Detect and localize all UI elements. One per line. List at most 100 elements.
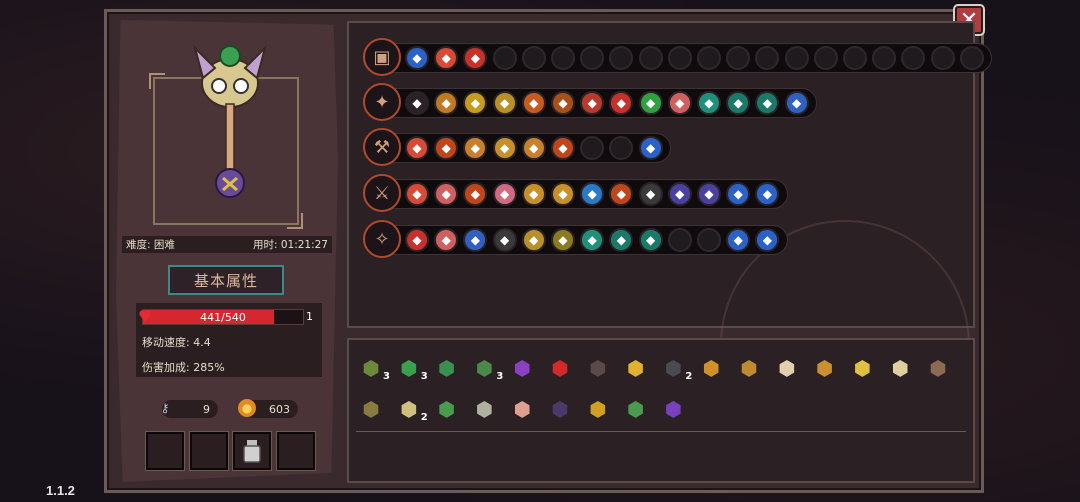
feather-icon[interactable]: ⬢: [772, 353, 802, 383]
skill-gem[interactable]: ◆: [521, 228, 546, 252]
gauntlet-icon[interactable]: ⬢: [583, 394, 613, 424]
empty-gem-slot[interactable]: [521, 46, 546, 70]
skill-gem[interactable]: ◆: [638, 91, 663, 115]
robe-icon[interactable]: ⬢: [545, 394, 575, 424]
empty-gem-slot[interactable]: [784, 46, 809, 70]
skill-gem[interactable]: ◆: [405, 46, 429, 70]
clover-icon[interactable]: ⬢: [394, 353, 424, 383]
crystal-icon[interactable]: ⬢: [621, 353, 651, 383]
skill-gem[interactable]: ◆: [551, 182, 575, 206]
staff-weapon-icon: [193, 44, 267, 198]
skill-gem[interactable]: ◆: [580, 182, 605, 206]
skill-gem[interactable]: ◆: [726, 228, 751, 252]
empty-gem-slot[interactable]: [726, 46, 751, 70]
empty-gem-slot[interactable]: [697, 228, 721, 252]
skill-gem[interactable]: ◆: [667, 91, 692, 115]
run-info-bar: 难度: 困难 用时: 01:21:27: [122, 236, 332, 253]
coffin-icon[interactable]: ⬢: [356, 394, 386, 424]
skill-gem[interactable]: ◆: [405, 136, 429, 160]
empty-gem-slot[interactable]: [638, 46, 663, 70]
skill-gem[interactable]: ◆: [697, 91, 721, 115]
fang-icon[interactable]: ⬢: [394, 394, 424, 424]
pickaxe-icon[interactable]: ⬢: [810, 353, 840, 383]
version-label: 1.1.2: [46, 483, 75, 498]
cloak-icon[interactable]: ⬢: [658, 353, 688, 383]
empty-gem-slot[interactable]: [580, 46, 605, 70]
goblet-icon[interactable]: ⬢: [696, 353, 726, 383]
helmet-icon[interactable]: ⬢: [356, 353, 386, 383]
glasses-icon[interactable]: ⬢: [885, 353, 915, 383]
consumable-slot-4[interactable]: [277, 432, 315, 470]
skill-gem[interactable]: ◆: [492, 136, 517, 160]
skill-gem[interactable]: ◆: [638, 182, 663, 206]
chest-icon[interactable]: ▣: [363, 38, 401, 76]
keys-count: 9: [203, 402, 210, 416]
skill-gem[interactable]: ◆: [638, 228, 663, 252]
key-icon: ⚷: [160, 401, 170, 415]
consumable-slot-3[interactable]: [233, 432, 271, 470]
skill-gem[interactable]: ◆: [667, 182, 692, 206]
horn-icon[interactable]: ⬢: [847, 353, 877, 383]
skill-gem[interactable]: ◆: [551, 91, 575, 115]
skill-gem[interactable]: ◆: [551, 136, 575, 160]
skill-gem[interactable]: ◆: [521, 136, 546, 160]
wand-icon[interactable]: ✧: [363, 220, 401, 258]
bow-icon[interactable]: ⬢: [734, 353, 764, 383]
piggy-icon[interactable]: ⬢: [507, 394, 537, 424]
skill-gem[interactable]: ◆: [580, 91, 605, 115]
skill-gem[interactable]: ◆: [726, 182, 751, 206]
axe-icon[interactable]: ⚒: [363, 128, 401, 166]
witch-hat-icon[interactable]: ⬢: [507, 353, 537, 383]
skill-gem[interactable]: ◆: [521, 91, 546, 115]
skill-gem[interactable]: ◆: [697, 182, 721, 206]
empty-gem-slot[interactable]: [959, 46, 984, 70]
empty-gem-slot[interactable]: [843, 46, 867, 70]
empty-gem-slot[interactable]: [667, 46, 692, 70]
skill-gem[interactable]: ◆: [434, 136, 459, 160]
skill-gem[interactable]: ◆: [784, 91, 809, 115]
empty-gem-slot[interactable]: [667, 228, 692, 252]
hp-bar: 441/540: [142, 309, 304, 325]
item-count: 3: [496, 371, 504, 382]
empty-gem-slot[interactable]: [697, 46, 721, 70]
bell-icon[interactable]: ⬢: [923, 353, 953, 383]
skill-gem[interactable]: ◆: [492, 91, 517, 115]
empty-gem-slot[interactable]: [872, 46, 897, 70]
empty-gem-slot[interactable]: [551, 46, 575, 70]
damage-bonus-stat: 伤害加成: 285%: [142, 361, 225, 374]
hp-level: 1: [306, 310, 313, 323]
skill-gem[interactable]: ◆: [434, 228, 459, 252]
empty-gem-slot[interactable]: [930, 46, 955, 70]
skill-gem[interactable]: ◆: [434, 91, 459, 115]
skill-gem[interactable]: ◆: [638, 136, 663, 160]
skill-gem[interactable]: ◆: [434, 182, 459, 206]
coins-count: 603: [269, 402, 290, 416]
skill-gem[interactable]: ◆: [551, 228, 575, 252]
item-count: 3: [383, 371, 390, 382]
skill-gem[interactable]: ◆: [492, 228, 517, 252]
sword-icon[interactable]: ⚔: [363, 174, 401, 212]
sprout-icon[interactable]: ⬢: [432, 394, 462, 424]
empty-gem-slot[interactable]: [492, 46, 517, 70]
scarf-icon[interactable]: ⬢: [469, 353, 499, 383]
eye-icon[interactable]: ⬢: [545, 353, 575, 383]
armor-icon[interactable]: ⬢: [583, 353, 613, 383]
leaf-icon[interactable]: ⬢: [432, 353, 462, 383]
consumable-slot-1[interactable]: [146, 432, 184, 470]
cape-icon[interactable]: ⬢: [658, 394, 688, 424]
skill-gem[interactable]: ◆: [434, 46, 459, 70]
boot-icon[interactable]: ⬢: [621, 394, 651, 424]
staff-icon[interactable]: ✦: [363, 83, 401, 121]
skill-gem[interactable]: ◆: [405, 228, 429, 252]
skill-gem[interactable]: ◆: [405, 91, 429, 115]
skill-gem[interactable]: ◆: [726, 91, 751, 115]
skill-gem[interactable]: ◆: [580, 228, 605, 252]
empty-gem-slot[interactable]: [580, 136, 605, 160]
skill-gem[interactable]: ◆: [492, 182, 517, 206]
consumable-slot-2[interactable]: [190, 432, 228, 470]
bone-icon[interactable]: ⬢: [469, 394, 499, 424]
item-count: 2: [685, 371, 693, 382]
skill-gem[interactable]: ◆: [405, 182, 429, 206]
empty-gem-slot[interactable]: [813, 46, 838, 70]
skill-gem[interactable]: ◆: [521, 182, 546, 206]
